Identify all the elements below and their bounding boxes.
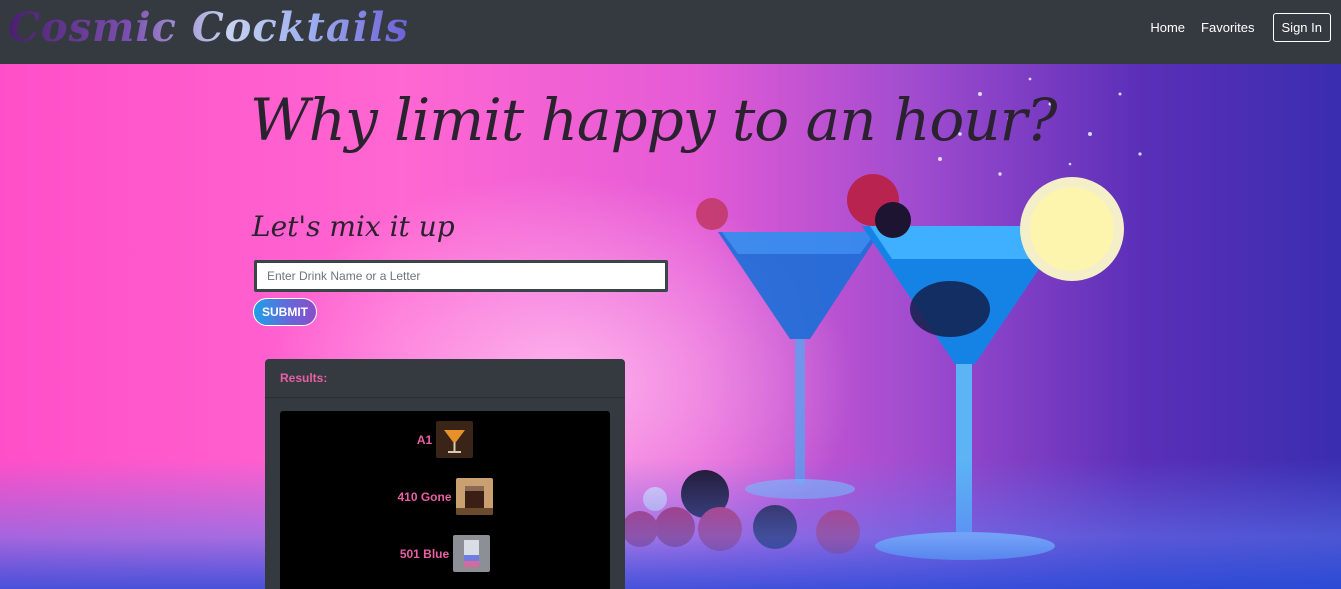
sign-in-button[interactable]: Sign In — [1272, 12, 1331, 42]
table-surface — [0, 459, 1341, 589]
result-name[interactable]: 410 Gone — [397, 490, 451, 504]
page-headline: Why limit happy to an hour? — [250, 86, 1057, 154]
nav-home-link[interactable]: Home — [1142, 20, 1193, 35]
drink-thumbnail[interactable] — [453, 535, 491, 572]
result-name[interactable]: 501 Blue — [400, 547, 449, 561]
submit-button[interactable]: SUBMIT — [253, 298, 317, 326]
nav-favorites-link[interactable]: Favorites — [1193, 20, 1262, 35]
result-item[interactable]: 410 Gone — [280, 478, 610, 515]
results-header: Results: — [265, 359, 625, 398]
navbar: Cosmic Cocktails Home Favorites Sign In — [0, 0, 1341, 64]
nav-links: Home Favorites Sign In — [1142, 12, 1331, 42]
brand-logo[interactable]: Cosmic Cocktails — [8, 0, 409, 56]
results-list[interactable]: A1 410 Gone 501 Blue — [280, 411, 610, 589]
hero-section: Why limit happy to an hour? Let's mix it… — [0, 64, 1341, 589]
drink-thumbnail[interactable] — [455, 478, 493, 515]
result-name[interactable]: A1 — [417, 433, 432, 447]
result-item[interactable]: A1 — [280, 421, 610, 458]
drink-search-input[interactable] — [254, 260, 668, 292]
result-item[interactable]: 501 Blue — [280, 535, 610, 572]
page-subheading: Let's mix it up — [252, 210, 455, 243]
drink-thumbnail[interactable] — [436, 421, 474, 458]
results-card: Results: A1 410 Gone 501 Blue — [265, 359, 625, 589]
